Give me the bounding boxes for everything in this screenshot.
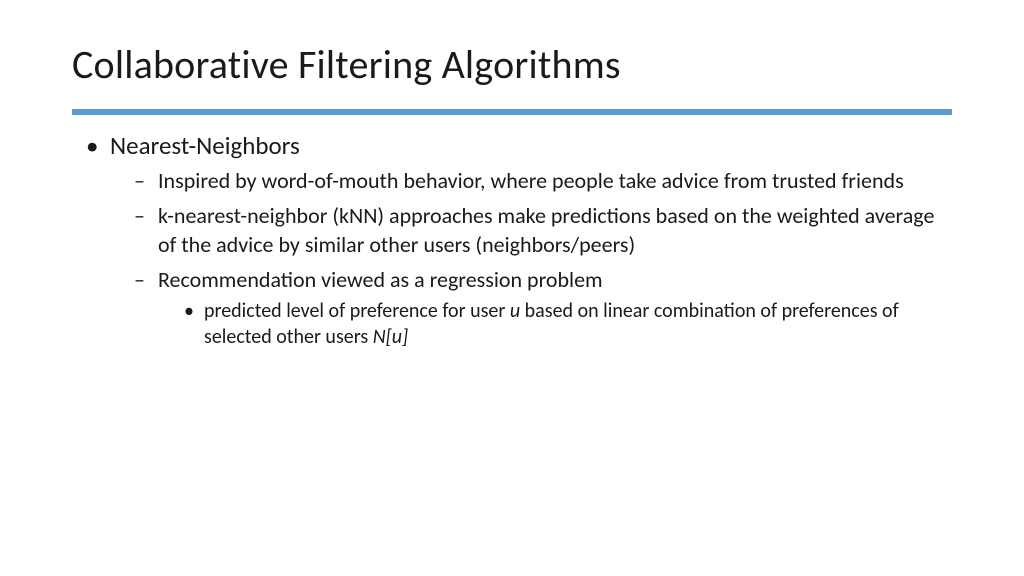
l3-italic-nu: N[u] (373, 325, 408, 349)
bullet-list-level1: Nearest-Neighbors Inspired by word-of-mo… (72, 129, 952, 350)
title-divider (72, 109, 952, 115)
slide-title: Collaborative Filtering Algorithms (72, 40, 952, 89)
l3-text-pre: predicted level of preference for user (204, 299, 510, 323)
list-item: k-nearest-neighbor (kNN) approaches make… (134, 201, 952, 259)
l2-text: Inspired by word-of-mouth behavior, wher… (158, 167, 904, 194)
list-item: Inspired by word-of-mouth behavior, wher… (134, 166, 952, 195)
list-item: predicted level of preference for user u… (184, 298, 952, 350)
list-item: Recommendation viewed as a regression pr… (134, 265, 952, 350)
bullet-list-level3: predicted level of preference for user u… (158, 298, 952, 350)
l2-text: k-nearest-neighbor (kNN) approaches make… (158, 202, 934, 258)
bullet-list-level2: Inspired by word-of-mouth behavior, wher… (110, 166, 952, 350)
l1-text: Nearest-Neighbors (110, 130, 300, 161)
list-item: Nearest-Neighbors Inspired by word-of-mo… (82, 129, 952, 350)
l3-italic-u: u (510, 299, 520, 323)
slide: Collaborative Filtering Algorithms Neare… (0, 0, 1024, 576)
l2-text: Recommendation viewed as a regression pr… (158, 266, 603, 293)
